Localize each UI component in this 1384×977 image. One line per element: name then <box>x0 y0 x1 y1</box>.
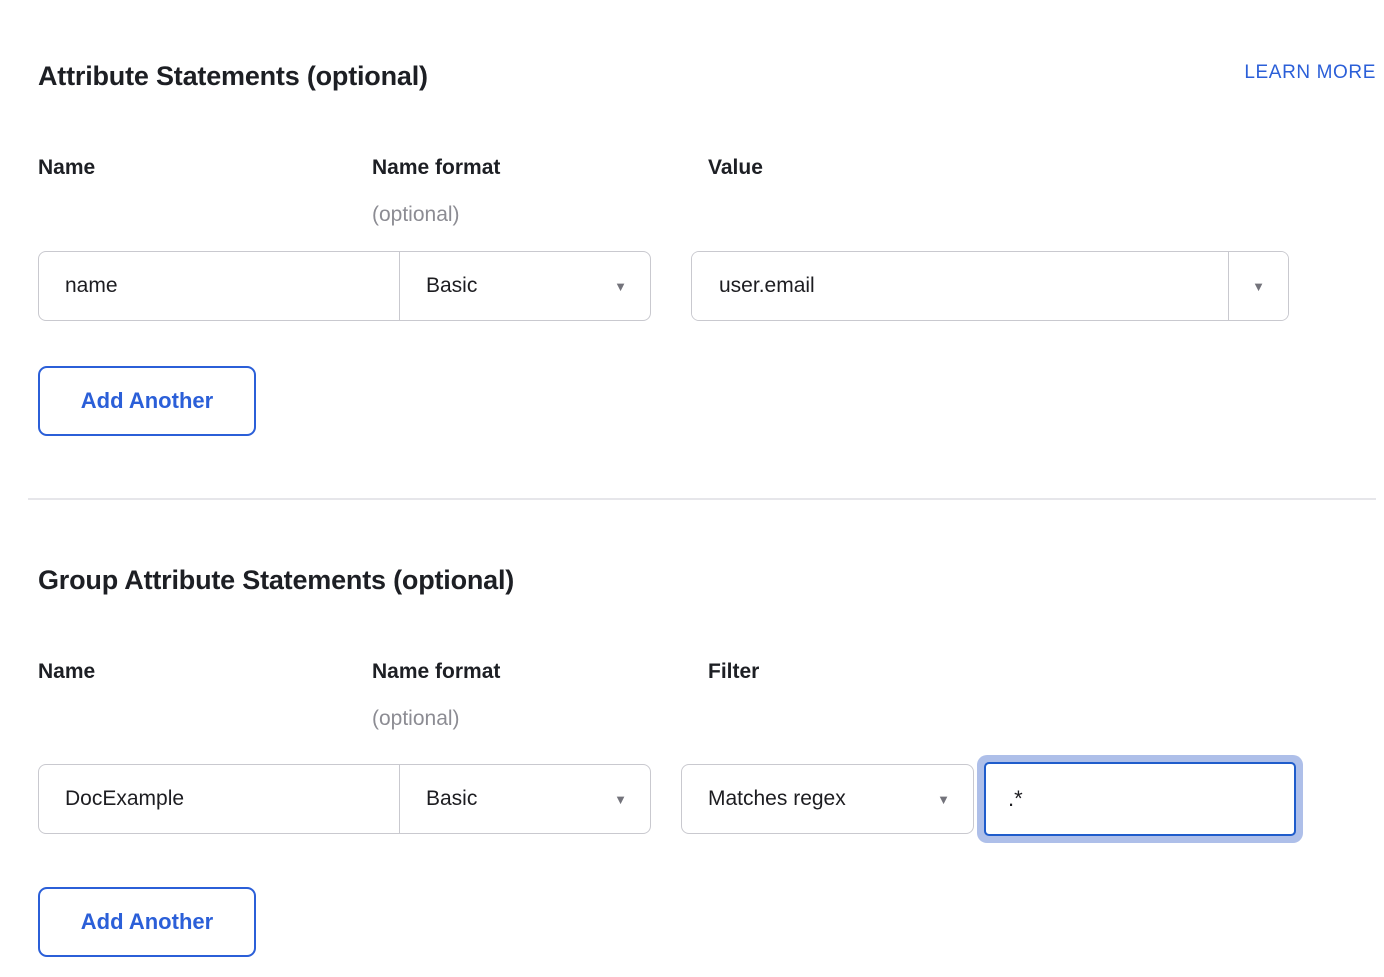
dropdown-arrow-icon: ▼ <box>614 793 627 806</box>
column-header-name: Name <box>38 154 372 182</box>
attribute-statement-row: Basic ▼ ▼ <box>38 251 1376 321</box>
group-attribute-statement-row: Basic ▼ Matches regex ▼ <box>38 755 1376 843</box>
group-name-format-select[interactable]: Basic ▼ <box>399 764 651 834</box>
filter-value-input[interactable] <box>984 762 1296 836</box>
group-name-format-select-value: Basic <box>426 787 477 811</box>
saml-attribute-settings-page: Attribute Statements (optional) LEARN MO… <box>0 0 1384 977</box>
section-divider <box>28 498 1376 500</box>
dropdown-arrow-icon: ▼ <box>937 793 950 806</box>
attribute-value-input[interactable] <box>692 252 1228 320</box>
attribute-name-input[interactable] <box>38 251 400 321</box>
column-header-optional-note: (optional) <box>372 202 708 228</box>
column-name-format: Name format (optional) <box>372 154 708 228</box>
attribute-statements-title: Attribute Statements (optional) <box>38 60 428 92</box>
name-and-format-group: Basic ▼ <box>38 764 651 834</box>
column-header-name-format: Name format <box>372 154 708 182</box>
column-header-optional-note: (optional) <box>372 706 708 732</box>
filter-type-select-value: Matches regex <box>708 787 846 811</box>
column-header-value: Value <box>708 154 1376 182</box>
filter-type-select[interactable]: Matches regex ▼ <box>681 764 974 834</box>
column-header-filter: Filter <box>708 658 1376 686</box>
group-attribute-statements-section: Group Attribute Statements (optional) Na… <box>38 564 1376 957</box>
attribute-column-headers: Name Name format (optional) Value <box>38 154 1376 228</box>
column-header-name-format: Name format <box>372 658 708 686</box>
learn-more-link[interactable]: LEARN MORE <box>1244 62 1376 84</box>
group-attribute-statements-title: Group Attribute Statements (optional) <box>38 564 514 596</box>
column-filter: Filter <box>708 658 1376 732</box>
dropdown-arrow-icon: ▼ <box>1252 280 1265 293</box>
group-attribute-name-input[interactable] <box>38 764 400 834</box>
value-dropdown-button[interactable]: ▼ <box>1228 252 1288 320</box>
add-another-button[interactable]: Add Another <box>38 887 256 957</box>
name-format-select[interactable]: Basic ▼ <box>399 251 651 321</box>
filter-value-focus-ring <box>977 755 1303 843</box>
name-format-select-value: Basic <box>426 274 477 298</box>
column-name: Name <box>38 658 372 732</box>
group-attribute-column-headers: Name Name format (optional) Filter <box>38 658 1376 732</box>
dropdown-arrow-icon: ▼ <box>614 280 627 293</box>
column-header-name: Name <box>38 658 372 686</box>
attribute-statements-section: Attribute Statements (optional) LEARN MO… <box>38 60 1376 436</box>
column-value: Value <box>708 154 1376 228</box>
attribute-statements-header: Attribute Statements (optional) LEARN MO… <box>38 60 1376 92</box>
add-another-button[interactable]: Add Another <box>38 366 256 436</box>
group-attribute-statements-header: Group Attribute Statements (optional) <box>38 564 1376 596</box>
attribute-value-field: ▼ <box>691 251 1289 321</box>
name-and-format-group: Basic ▼ <box>38 251 651 321</box>
column-name-format: Name format (optional) <box>372 658 708 732</box>
column-name: Name <box>38 154 372 228</box>
